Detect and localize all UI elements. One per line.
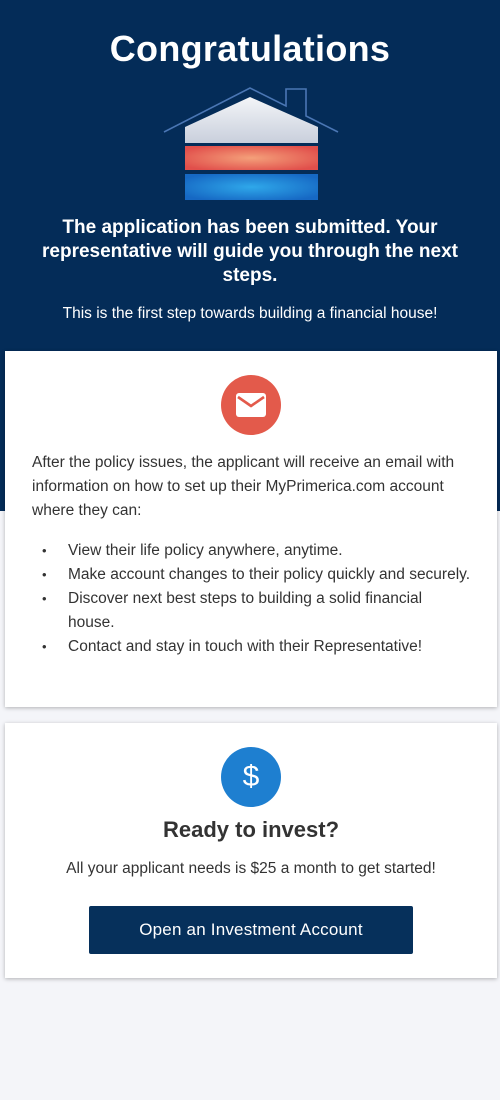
list-item: Make account changes to their policy qui… <box>32 563 472 587</box>
invest-text: All your applicant needs is $25 a month … <box>66 860 436 877</box>
email-intro-text: After the policy issues, the applicant w… <box>32 454 455 519</box>
benefits-list: View their life policy anywhere, anytime… <box>32 539 472 659</box>
list-item: Contact and stay in touch with their Rep… <box>32 635 472 659</box>
dollar-icon: $ <box>221 747 281 807</box>
list-item: Discover next best steps to building a s… <box>32 587 472 635</box>
house-icon <box>163 87 339 200</box>
invest-heading: Ready to invest? <box>162 817 340 842</box>
submission-message: The application has been submitted. Your… <box>42 217 458 286</box>
mail-icon <box>221 375 281 435</box>
invest-card: $ Ready to invest? All your applicant ne… <box>5 723 497 978</box>
open-investment-account-button[interactable]: Open an Investment Account <box>89 906 413 954</box>
email-info-card: After the policy issues, the applicant w… <box>5 351 497 707</box>
page-title: Congratulations <box>109 28 391 69</box>
list-item: View their life policy anywhere, anytime… <box>32 539 472 563</box>
hero-subtitle: This is the first step towards building … <box>62 305 438 322</box>
